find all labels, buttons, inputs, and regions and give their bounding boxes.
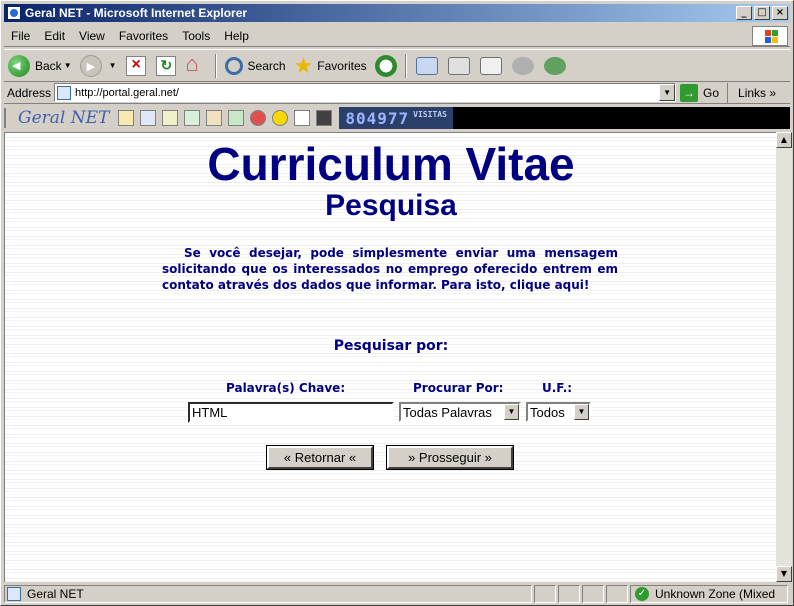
scroll-up-icon[interactable]: ▲: [776, 132, 792, 148]
edit-icon[interactable]: [479, 56, 502, 75]
mail-icon[interactable]: [415, 56, 438, 75]
toolbar-separator: [404, 53, 407, 78]
go-arrow-icon: →: [680, 83, 699, 102]
document-icon[interactable]: [294, 110, 311, 126]
toolbar-separator: [214, 53, 217, 78]
status-pane: [558, 585, 580, 603]
home-icon[interactable]: [186, 51, 206, 77]
home-icon[interactable]: [118, 110, 135, 126]
dropdown-arrow-icon[interactable]: ▼: [64, 61, 72, 70]
search-heading: Pesquisar por:: [333, 338, 449, 354]
menu-view[interactable]: View: [72, 29, 112, 43]
uf-label: U.F.:: [542, 381, 573, 395]
page-content: Curriculum Vitae Pesquisa Se você deseja…: [4, 132, 776, 582]
keywords-input[interactable]: HTML: [188, 402, 394, 423]
ie-icon: [7, 6, 21, 20]
keywords-label: Palavra(s) Chave:: [226, 381, 346, 395]
cross-icon[interactable]: [206, 110, 223, 126]
picture-icon[interactable]: [228, 110, 245, 126]
status-pane: [582, 585, 604, 603]
proceed-button[interactable]: » Prosseguir »: [386, 445, 514, 470]
vertical-scrollbar[interactable]: ▲ ▼: [776, 132, 792, 582]
browser-window: Geral NET - Microsoft Internet Explorer …: [0, 0, 794, 606]
status-text: Geral NET: [27, 587, 84, 601]
favorites-button[interactable]: ★ Favorites: [290, 52, 371, 80]
menu-edit[interactable]: Edit: [37, 29, 72, 43]
geralnet-logo[interactable]: Geral NET: [4, 108, 115, 128]
stop-icon[interactable]: [125, 55, 146, 76]
address-label: Address: [7, 85, 52, 100]
maximize-button[interactable]: □: [754, 6, 770, 20]
address-dropdown-icon[interactable]: ▼: [659, 84, 676, 101]
back-button[interactable]: Back ▼: [4, 52, 76, 80]
history-icon[interactable]: [374, 54, 397, 77]
page-icon: [7, 587, 21, 601]
dropdown-arrow-icon[interactable]: ▼: [109, 61, 117, 70]
intro-text[interactable]: Se você desejar, pode simplesmente envia…: [162, 245, 618, 293]
back-label: Back: [35, 58, 62, 73]
visit-count-label: VISITAS: [413, 110, 447, 119]
forward-arrow-icon: [79, 54, 102, 77]
search-by-value: Todas Palavras: [403, 404, 492, 420]
card-icon[interactable]: [140, 110, 157, 126]
menu-file[interactable]: File: [4, 29, 37, 43]
back-form-button[interactable]: « Retornar «: [266, 445, 374, 470]
links-label: Links: [738, 85, 767, 100]
favorites-label: Favorites: [317, 58, 367, 73]
smiley-icon[interactable]: [272, 110, 289, 126]
standard-toolbar: Back ▼ ▼ Search ★ Favorites: [4, 49, 790, 82]
tools-icon[interactable]: [184, 110, 201, 126]
page-icon: [57, 85, 72, 100]
status-pane: [534, 585, 556, 603]
discuss-icon[interactable]: [511, 56, 534, 75]
windows-logo-icon: [752, 26, 788, 46]
star-icon: ★: [293, 52, 314, 78]
check-icon: ✓: [635, 587, 649, 601]
search-label: Search: [247, 58, 286, 73]
page-title: Curriculum Vitae: [207, 138, 575, 190]
visit-count: 804977: [345, 108, 410, 128]
address-url[interactable]: http://portal.geral.net/: [75, 87, 659, 99]
arrows-icon[interactable]: [316, 110, 333, 126]
chevron-down-icon[interactable]: ▼: [574, 404, 589, 420]
menu-favorites[interactable]: Favorites: [112, 29, 175, 43]
forward-button[interactable]: ▼: [76, 52, 121, 80]
geralnet-toolbar: Geral NET 804977 VISITAS: [4, 105, 790, 131]
search-by-label: Procurar Por:: [413, 381, 504, 395]
title-bar: Geral NET - Microsoft Internet Explorer …: [4, 4, 790, 22]
page-subtitle: Pesquisa: [325, 189, 457, 222]
close-button[interactable]: ×: [772, 6, 788, 20]
visit-counter: 804977 VISITAS: [339, 107, 453, 129]
chevron-down-icon[interactable]: ▼: [504, 404, 519, 420]
status-main: Geral NET: [4, 585, 532, 603]
window-title: Geral NET - Microsoft Internet Explorer: [25, 6, 248, 20]
address-bar: Address http://portal.geral.net/ ▼ → Go …: [4, 82, 790, 104]
scroll-down-icon[interactable]: ▼: [776, 566, 792, 582]
notepad-icon[interactable]: [162, 110, 179, 126]
address-input[interactable]: http://portal.geral.net/ ▼: [54, 83, 677, 102]
menu-help[interactable]: Help: [217, 29, 256, 43]
status-bar: Geral NET ✓ Unknown Zone (Mixed: [4, 584, 790, 604]
search-button[interactable]: Search: [221, 52, 290, 80]
go-button[interactable]: → Go: [676, 83, 727, 102]
uf-select[interactable]: Todos ▼: [526, 402, 591, 422]
uf-value: Todos: [530, 404, 565, 420]
status-pane: [606, 585, 628, 603]
refresh-icon[interactable]: [155, 55, 176, 76]
security-zone: ✓ Unknown Zone (Mixed: [630, 585, 788, 603]
zone-text: Unknown Zone (Mixed: [655, 587, 776, 601]
menu-tools[interactable]: Tools: [175, 29, 217, 43]
apple-icon[interactable]: [250, 110, 267, 126]
links-button[interactable]: Links »: [727, 82, 776, 103]
print-icon[interactable]: [447, 56, 470, 75]
back-arrow-icon: [8, 54, 30, 77]
search-icon: [224, 56, 243, 75]
toolbar-filler: [452, 107, 790, 129]
search-by-select[interactable]: Todas Palavras ▼: [399, 402, 521, 422]
menu-bar: File Edit View Favorites Tools Help: [4, 25, 790, 47]
messenger-icon[interactable]: [543, 56, 566, 75]
go-label: Go: [703, 85, 720, 100]
minimize-button[interactable]: _: [736, 6, 752, 20]
